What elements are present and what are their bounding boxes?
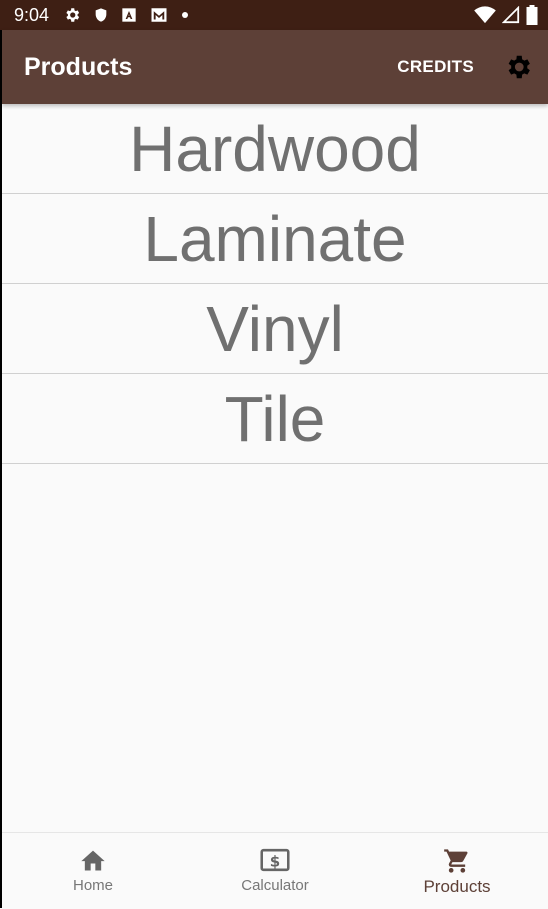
product-list: Hardwood Laminate Vinyl Tile [2, 104, 548, 464]
signal-icon [502, 6, 520, 24]
app-bar: Products CREDITS [2, 30, 548, 104]
product-item-laminate[interactable]: Laminate [2, 194, 548, 284]
status-right-icons [474, 5, 538, 25]
nav-item-home[interactable]: Home [2, 833, 184, 909]
gear-icon [503, 52, 533, 82]
calculator-icon: $ [260, 847, 290, 873]
cart-icon [443, 847, 471, 875]
nav-item-calculator[interactable]: $ Calculator [184, 833, 366, 909]
nav-item-products[interactable]: Products [366, 833, 548, 909]
text-icon [121, 7, 137, 23]
settings-icon [63, 6, 81, 24]
product-item-tile[interactable]: Tile [2, 374, 548, 464]
dot-icon [181, 11, 189, 19]
status-left-icons [63, 6, 189, 24]
page-title: Products [24, 52, 133, 81]
nav-label-calculator: Calculator [241, 877, 309, 894]
nav-label-home: Home [72, 877, 113, 894]
mail-icon [149, 6, 169, 24]
nav-label-products: Products [423, 877, 491, 896]
battery-icon [526, 5, 538, 25]
product-item-vinyl[interactable]: Vinyl [2, 284, 548, 374]
shield-icon [93, 6, 109, 24]
home-icon [79, 847, 107, 873]
svg-text:$: $ [270, 852, 280, 870]
wifi-icon [474, 6, 496, 24]
product-item-hardwood[interactable]: Hardwood [2, 104, 548, 194]
status-time: 9:04 [14, 4, 50, 25]
credits-button[interactable]: CREDITS [397, 57, 474, 77]
bottom-nav: Home $ Calculator Products [2, 832, 548, 909]
status-bar: 9:04 [0, 0, 548, 30]
settings-button[interactable] [498, 47, 538, 87]
